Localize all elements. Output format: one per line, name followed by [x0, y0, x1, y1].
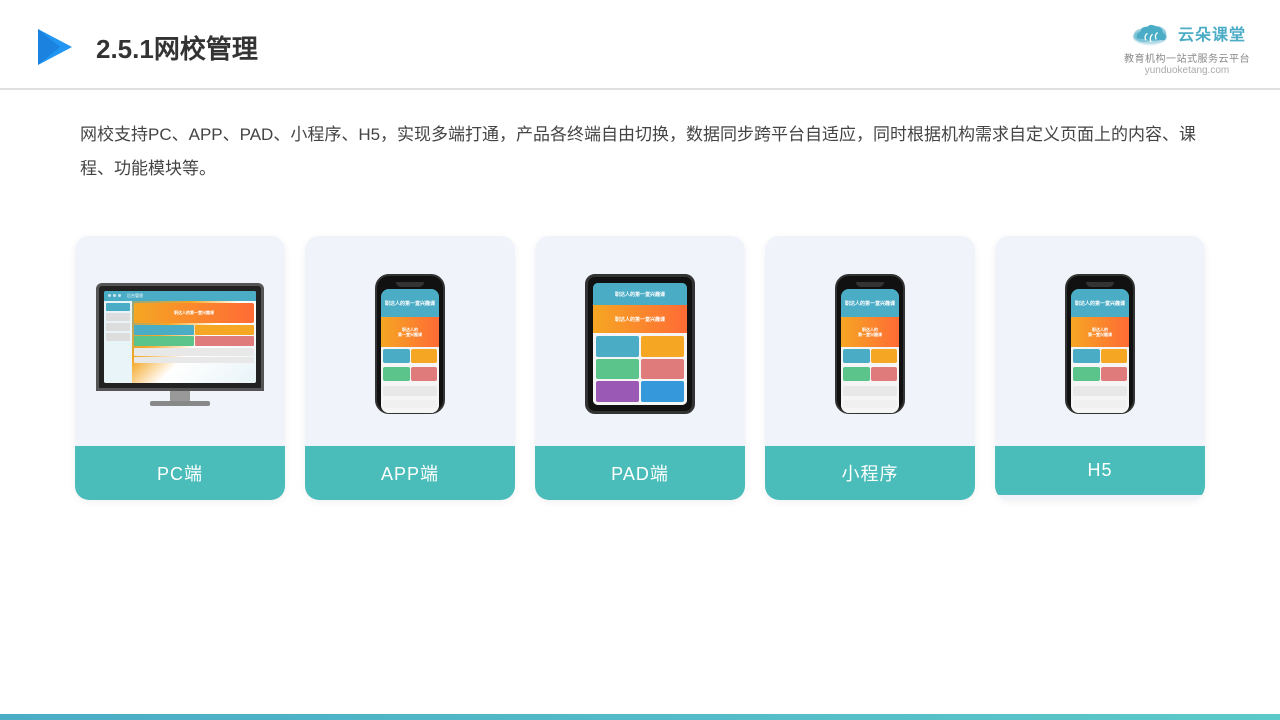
page-title: 2.5.1网校管理 [96, 29, 258, 66]
card-miniprogram-image: 职达人的第一堂兴趣课 职达人的第一堂兴趣课 [765, 236, 975, 446]
brand-name: 云朵课堂 [1178, 21, 1246, 45]
brand-logo: 云朵课堂 [1128, 18, 1246, 48]
card-app-image: 职达人的第一堂兴趣课 职达人的第一堂兴趣课 [305, 236, 515, 446]
phone-h5-mockup: 职达人的第一堂兴趣课 职达人的第一堂兴趣课 [1065, 274, 1135, 414]
card-miniprogram-label: 小程序 [765, 446, 975, 500]
cards-container: 后台管理 职达人的第一堂兴趣课 [0, 216, 1280, 530]
card-pc-image: 后台管理 职达人的第一堂兴趣课 [75, 236, 285, 446]
phone-miniprogram-mockup: 职达人的第一堂兴趣课 职达人的第一堂兴趣课 [835, 274, 905, 414]
phone-app-mockup: 职达人的第一堂兴趣课 职达人的第一堂兴趣课 [375, 274, 445, 414]
card-miniprogram: 职达人的第一堂兴趣课 职达人的第一堂兴趣课 小程序 [765, 236, 975, 500]
brand-url: yunduoketang.com [1145, 65, 1230, 76]
card-h5-image: 职达人的第一堂兴趣课 职达人的第一堂兴趣课 [995, 236, 1205, 446]
card-pad-image: 职达人的第一堂兴趣课 职达人的第一堂兴趣课 [535, 236, 745, 446]
card-pad: 职达人的第一堂兴趣课 职达人的第一堂兴趣课 PAD端 [535, 236, 745, 500]
logo-arrow-icon [30, 23, 78, 71]
bottom-bar [0, 714, 1280, 720]
card-app: 职达人的第一堂兴趣课 职达人的第一堂兴趣课 APP端 [305, 236, 515, 500]
header-left: 2.5.1网校管理 [30, 23, 258, 71]
pc-mockup: 后台管理 职达人的第一堂兴趣课 [90, 283, 270, 406]
card-app-label: APP端 [305, 446, 515, 500]
cloud-icon [1128, 18, 1172, 48]
card-h5-label: H5 [995, 446, 1205, 495]
description-text: 网校支持PC、APP、PAD、小程序、H5，实现多端打通，产品各终端自由切换，数… [0, 90, 1280, 206]
header: 2.5.1网校管理 云朵课堂 教育机构一站式服务云平台 yunduoketang… [0, 0, 1280, 90]
brand-tagline: 教育机构一站式服务云平台 [1124, 50, 1250, 65]
tablet-mockup: 职达人的第一堂兴趣课 职达人的第一堂兴趣课 [585, 274, 695, 414]
card-h5: 职达人的第一堂兴趣课 职达人的第一堂兴趣课 H5 [995, 236, 1205, 500]
card-pc: 后台管理 职达人的第一堂兴趣课 [75, 236, 285, 500]
card-pad-label: PAD端 [535, 446, 745, 500]
card-pc-label: PC端 [75, 446, 285, 500]
brand-logo-area: 云朵课堂 教育机构一站式服务云平台 yunduoketang.com [1124, 18, 1250, 76]
